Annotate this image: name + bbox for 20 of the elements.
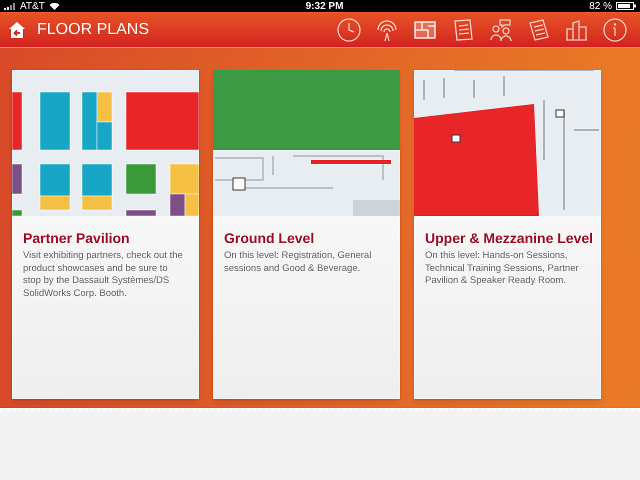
carrier-name: AT&T [20, 0, 45, 14]
home-back-icon[interactable] [8, 20, 26, 38]
card-description: On this level: Registration, General sessions and Good & Beverage. [223, 250, 372, 275]
floor-plan-card[interactable]: Ground Level On this level: Registration, General sessions and Good & Beverage. [213, 70, 400, 399]
floor-plan-card[interactable]: Partner Pavilion Visit exhibiting partners, check out the product showcases and be sure to stop by the Dassault Systèmes/DS SolidWorks Corp. Booth. [12, 70, 199, 399]
battery-icon [616, 2, 636, 10]
battery-percent: 82 % [589, 0, 612, 14]
people-icon[interactable] [488, 16, 514, 42]
floor-plan-card[interactable]: Upper & Mezzanine Level On this level: Hands-on Sessions, Technical Training Sessions, Partner Pavilion & Speaker Ready Room. [414, 70, 601, 399]
clock-icon[interactable] [336, 16, 362, 42]
wifi-icon [48, 2, 60, 10]
card-description: On this level: Hands-on Sessions, Technical Training Sessions, Partner Pavilion & Speaker Ready Room. [424, 250, 580, 288]
info-icon[interactable] [602, 16, 628, 42]
clock-time: 9:32 PM [306, 0, 344, 14]
card-title: Upper & Mezzanine Level [424, 229, 594, 247]
card-title: Partner Pavilion [22, 229, 131, 247]
page-title: FLOOR PLANS [37, 20, 150, 40]
card-title: Ground Level [223, 229, 316, 247]
card-description: Visit exhibiting partners, check out the product showcases and be sure to stop by the Dassault Systèmes/DS SolidWorks Corp. Booth. [22, 250, 184, 300]
signal-bars-icon [4, 2, 16, 10]
